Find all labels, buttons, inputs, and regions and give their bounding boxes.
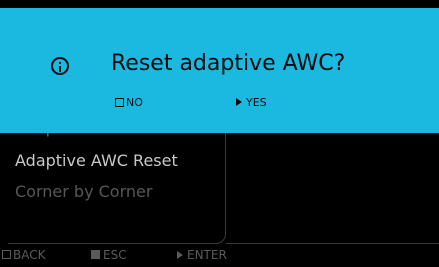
enter-hint[interactable]: ENTER — [177, 248, 227, 262]
no-button[interactable]: NO — [115, 96, 143, 109]
esc-label: ESC — [103, 248, 127, 262]
back-hint[interactable]: BACK — [2, 248, 45, 262]
square-filled-icon — [91, 250, 100, 259]
confirm-dialog: Reset adaptive AWC? NO YES — [0, 8, 439, 133]
back-label: BACK — [13, 248, 46, 262]
square-outline-icon — [2, 250, 11, 259]
yes-label: YES — [246, 96, 267, 109]
menu-item-corner-by-corner[interactable]: Corner by Corner — [15, 182, 152, 201]
divider-line — [226, 243, 439, 244]
square-outline-icon — [115, 98, 124, 107]
esc-hint[interactable]: ESC — [91, 248, 127, 262]
dialog-title: Reset adaptive AWC? — [111, 51, 346, 76]
menu-item-adaptive-awc-reset[interactable]: Adaptive AWC Reset — [15, 151, 178, 170]
play-triangle-icon — [177, 251, 183, 259]
no-label: NO — [126, 96, 143, 109]
yes-button[interactable]: YES — [236, 96, 267, 109]
enter-label: ENTER — [187, 248, 227, 262]
info-icon — [51, 57, 69, 75]
play-triangle-icon — [236, 98, 242, 106]
